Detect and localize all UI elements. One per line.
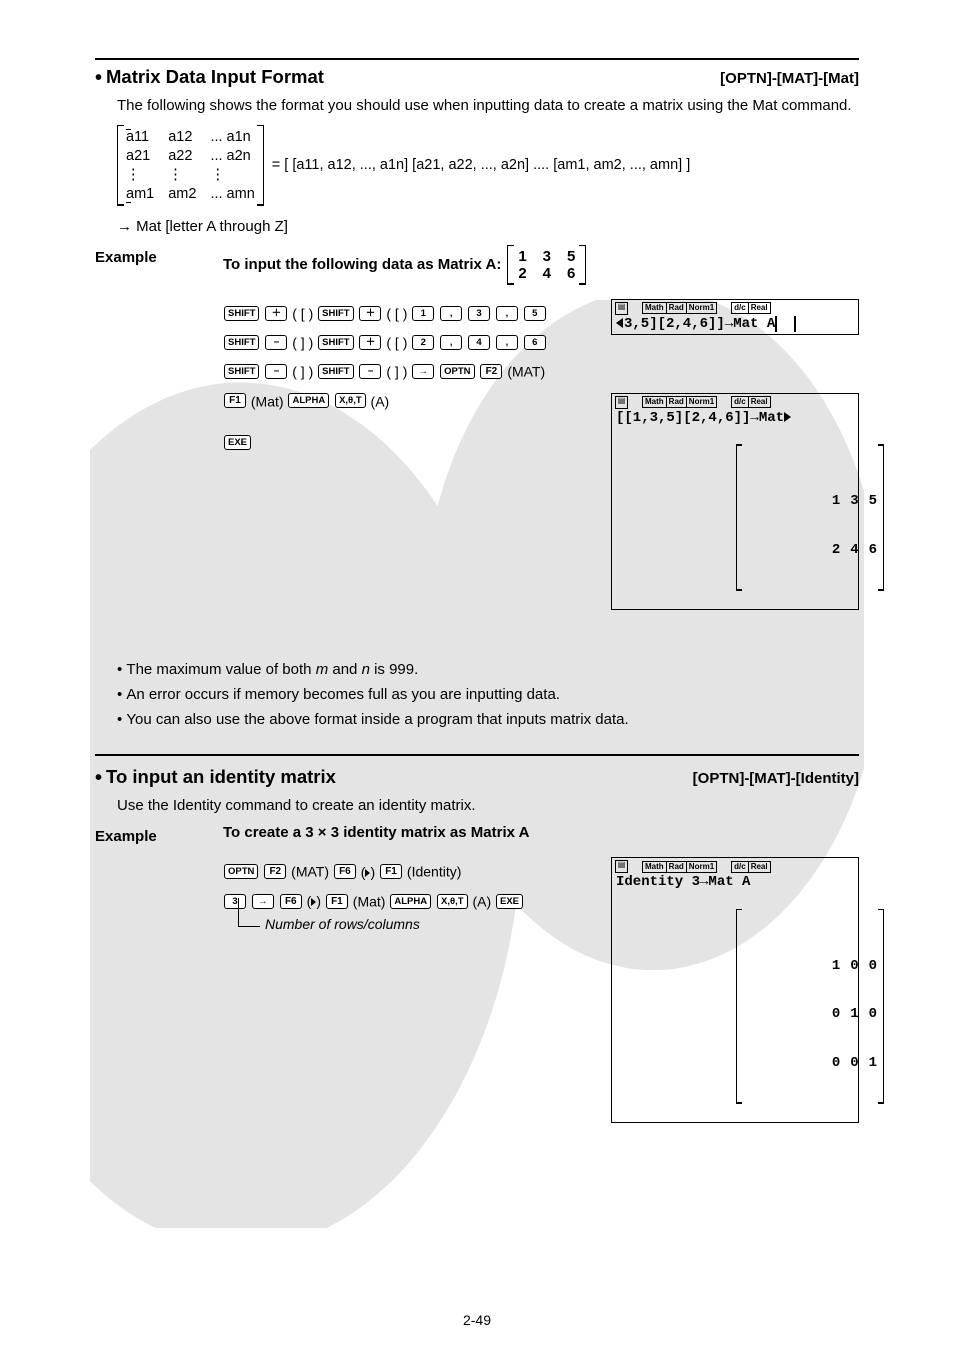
six-key: 6 [524,335,546,350]
cell: am1 [126,186,154,202]
f2-key: F2 [480,364,502,379]
f6-key: F6 [334,864,356,879]
key-sequence-5: OPTN F2 (MAT) F6 () F1 (Identity) [223,857,587,884]
optn-key: OPTN [440,364,474,379]
plus-key: ＋ [265,306,287,321]
shift-key: SHIFT [318,306,353,321]
one-key: 1 [412,306,434,321]
section-rule [95,754,859,756]
key-sequence-exe: EXE [223,428,597,454]
three-key: 3 [468,306,490,321]
alpha-key: ALPHA [288,393,329,408]
matrix-rhs: = [ [a11, a12, ..., a1n] [a21, a22, ...,… [272,157,690,173]
doc-icon: ▤ [615,860,628,873]
notes-list: The maximum value of both m and n is 999… [95,658,859,732]
calc-screen-1: ▤ Math Rad Norm1 d/c Real [611,299,859,335]
mat-arrow-line: → Mat [letter A through Z] [117,218,859,235]
intro-text: Use the Identity command to create an id… [117,795,859,817]
doc-icon: ▤ [615,396,628,409]
section-title: Matrix Data Input Format [95,66,324,89]
arrow-key: → [252,894,274,909]
section-rule [95,58,859,60]
triangle-icon [365,869,370,877]
minus-key: − [359,364,381,379]
four-key: 4 [468,335,490,350]
f2-key: F2 [264,864,286,879]
cell: ... a2n [210,148,254,164]
example-matrix: 1 3 5 2 4 6 [507,245,586,285]
example-label: Example [95,245,223,266]
cell: ⋮ [126,167,154,183]
shift-key: SHIFT [224,364,259,379]
alpha-key: ALPHA [390,894,431,909]
calc-screen-3: ▤ Math Rad Norm1 d/c Real [611,857,859,1122]
cell: a12 [168,129,196,145]
matrix-format-row: a11 a12 ... a1n a21 a22 ... a2n ⋮ ⋮ ⋮ am… [117,125,859,206]
comma-key: , [440,335,462,350]
exe-key: EXE [224,435,251,450]
cell: ... amn [210,186,254,202]
f1-key: F1 [326,894,348,909]
key-sequence-3: SHIFT − ( ] ) SHIFT − ( ] ) → OPTN F2 (M… [223,357,597,384]
calc-screen-2: ▤ Math Rad Norm1 d/c Real [611,393,859,610]
three-key: 3 [224,894,246,909]
shift-key: SHIFT [318,364,353,379]
minus-key: − [265,335,287,350]
f6-key: F6 [280,894,302,909]
example-label: Example [95,824,223,845]
doc-icon: ▤ [615,302,628,315]
comma-key: , [440,306,462,321]
section-path: [OPTN]-[MAT]-[Identity] [693,770,859,787]
shift-key: SHIFT [224,306,259,321]
matrix-result: 135 246 [736,444,884,591]
right-scroll-icon [784,412,791,422]
xot-key: X,θ,T [437,894,468,909]
key-sequence-6: 3 → F6 () F1 (Mat) ALPHA X,θ,T (A) EXE [223,887,587,914]
key-sequence-2: SHIFT − ( ] ) SHIFT ＋ ( [ ) 2 , 4 , 6 [223,328,597,355]
two-key: 2 [412,335,434,350]
cell: ⋮ [210,167,254,183]
comma-key: , [496,335,518,350]
key-sequence-4: F1 (Mat) ALPHA X,θ,T (A) [223,387,597,414]
cell: a21 [126,148,154,164]
triangle-icon [311,898,316,906]
shift-key: SHIFT [318,335,353,350]
plus-key: ＋ [359,335,381,350]
example-prompt: To create a 3 × 3 identity matrix as Mat… [223,824,859,841]
section-title: To input an identity matrix [95,766,336,789]
optn-key: OPTN [224,864,258,879]
key-sequence-1: SHIFT ＋ ( [ ) SHIFT ＋ ( [ ) 1 , 3 , 5 [223,299,597,326]
annotation: Number of rows/columns [265,916,587,932]
exe-key: EXE [496,894,523,909]
f1-key: F1 [224,393,246,408]
minus-key: − [265,364,287,379]
page-number: 2-49 [0,1312,954,1328]
f1-key: F1 [380,864,402,879]
cell: a22 [168,148,196,164]
plus-key: ＋ [359,306,381,321]
cell: am2 [168,186,196,202]
example-prompt: To input the following data as Matrix A:… [223,245,859,285]
identity-result: 100 010 001 [736,909,884,1104]
cell: ⋮ [168,167,196,183]
section-path: [OPTN]-[MAT]-[Mat] [720,70,859,87]
matrix-bracket: a11 a12 ... a1n a21 a22 ... a2n ⋮ ⋮ ⋮ am… [117,125,264,206]
comma-key: , [496,306,518,321]
five-key: 5 [524,306,546,321]
cell: ... a1n [210,129,254,145]
shift-key: SHIFT [224,335,259,350]
intro-text: The following shows the format you shoul… [117,95,859,117]
cell: a11 [126,129,154,145]
arrow-key: → [412,364,434,379]
xot-key: X,θ,T [335,393,366,408]
left-scroll-icon [616,318,623,328]
